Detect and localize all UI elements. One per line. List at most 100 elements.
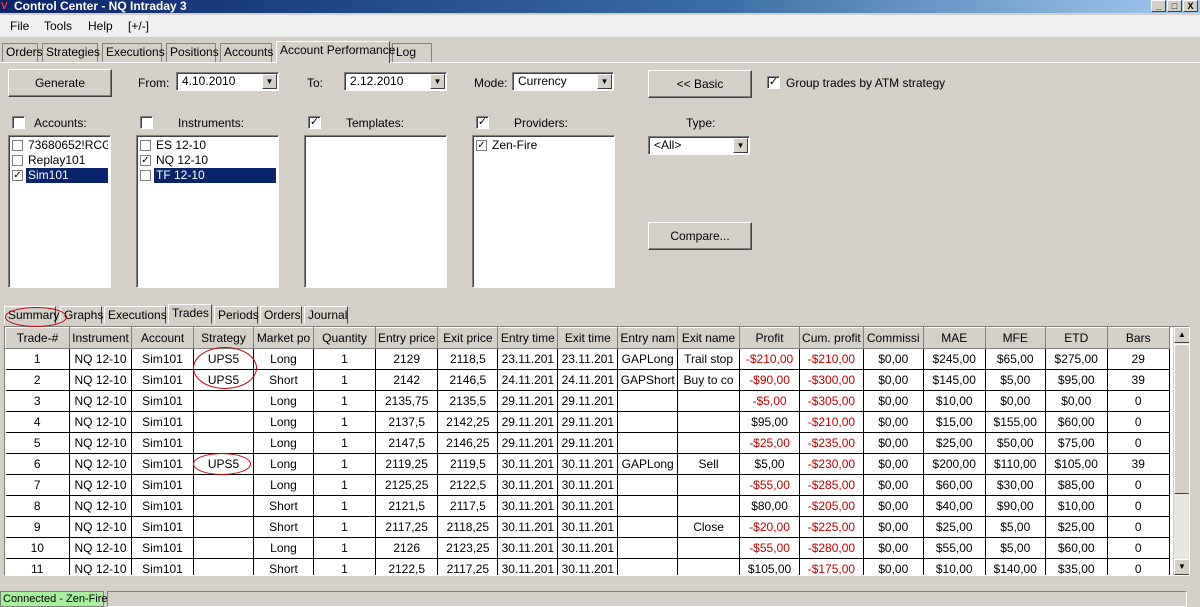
tab-log[interactable]: Log [392, 43, 432, 62]
generate-button[interactable]: Generate [8, 69, 112, 97]
table-row[interactable]: 5 NQ 12-10 Sim101 Long 1 2147,5 2146,25 29.11.2… [5, 432, 1170, 454]
chevron-down-icon[interactable]: ▼ [262, 74, 277, 89]
tab-orders[interactable]: Orders [2, 43, 43, 62]
column-header[interactable]: MAE [922, 327, 986, 349]
table-cell: $200,00 [923, 453, 986, 475]
table-cell: Short [253, 558, 314, 575]
list-item-account[interactable]: 73680652!RCGIM [11, 138, 108, 153]
tab-strategies[interactable]: Strategies [42, 43, 100, 62]
column-header[interactable]: Cum. profit [799, 327, 864, 349]
table-cell: $95,00 [739, 411, 801, 433]
compare-button[interactable]: Compare... [648, 222, 752, 250]
item-checkbox[interactable]: ✓ [140, 155, 151, 166]
accounts-list[interactable]: 73680652!RCGIM Replay101 ✓ Sim101 [8, 135, 111, 288]
providers-checkbox[interactable]: ✓ [476, 116, 489, 129]
trades-grid[interactable]: Trade-# Instrument Account Strategy Market p… [4, 326, 1190, 576]
menu-tools[interactable]: Tools [44, 19, 72, 33]
list-item-instrument[interactable]: ✓ NQ 12-10 [139, 153, 276, 168]
table-row[interactable]: 6 NQ 12-10 Sim101 UPS5 Long 1 2119,25 2119,5 30.… [5, 453, 1170, 475]
chevron-down-icon[interactable]: ▼ [597, 74, 612, 89]
tab-accounts[interactable]: Accounts [220, 43, 273, 62]
providers-list[interactable]: ✓ Zen-Fire [472, 135, 615, 288]
column-header[interactable]: Commissi [862, 327, 924, 349]
item-checkbox[interactable]: ✓ [12, 170, 23, 181]
vertical-scrollbar[interactable]: ▲ ▼ [1173, 327, 1189, 575]
table-cell: Long [253, 390, 314, 412]
menu-help[interactable]: Help [88, 19, 113, 33]
list-item-provider[interactable]: ✓ Zen-Fire [475, 138, 612, 153]
tab-summary[interactable]: Summary [4, 306, 59, 324]
table-cell: 29.11.201 [497, 390, 559, 412]
table-row[interactable]: 2 NQ 12-10 Sim101 UPS5 Short 1 2142 2146,5 24.11… [5, 369, 1170, 391]
table-row[interactable]: 3 NQ 12-10 Sim101 Long 1 2135,75 2135,5 29.11.2… [5, 390, 1170, 412]
column-header[interactable]: Exit price [437, 327, 499, 349]
column-header[interactable]: ETD [1044, 327, 1108, 349]
table-cell: 1 [313, 432, 376, 454]
tab-account-performance[interactable]: Account Performance [276, 41, 395, 63]
column-header[interactable]: Strategy [193, 327, 254, 349]
maximize-button[interactable]: □ [1167, 0, 1182, 12]
scroll-thumb[interactable] [1174, 344, 1189, 494]
list-item-account-selected[interactable]: ✓ Sim101 [11, 168, 108, 183]
table-row[interactable]: 1 NQ 12-10 Sim101 UPS5 Long 1 2129 2118,5 23.11.… [5, 348, 1170, 370]
column-header[interactable]: MFE [984, 327, 1046, 349]
group-trades-checkbox[interactable]: ✓ [767, 76, 780, 89]
list-item-account[interactable]: Replay101 [11, 153, 108, 168]
column-header[interactable]: Entry nam [617, 327, 679, 349]
scroll-up-icon[interactable]: ▲ [1174, 327, 1189, 343]
tab-journal[interactable]: Journal [304, 306, 348, 324]
column-header[interactable]: Profit [739, 327, 801, 349]
list-item-instrument-selected[interactable]: TF 12-10 [139, 168, 276, 183]
list-item-instrument[interactable]: ES 12-10 [139, 138, 276, 153]
menu-file[interactable]: File [10, 19, 29, 33]
menu-toggle[interactable]: [+/-] [128, 19, 149, 33]
table-cell: 4 [5, 411, 70, 433]
table-cell: 39 [1107, 453, 1170, 475]
basic-button[interactable]: << Basic [648, 70, 752, 98]
tab-executions-sub[interactable]: Executions [104, 306, 167, 324]
item-checkbox[interactable] [140, 170, 151, 181]
from-date-picker[interactable]: 4.10.2010 ▼ [176, 72, 279, 91]
accounts-checkbox[interactable] [12, 116, 25, 129]
column-header[interactable]: Entry price [374, 327, 439, 349]
tab-executions[interactable]: Executions [102, 43, 165, 62]
table-cell: 2117,5 [437, 495, 499, 517]
instruments-list[interactable]: ES 12-10 ✓ NQ 12-10 TF 12-10 [136, 135, 279, 288]
minimize-button[interactable]: _ [1151, 0, 1166, 12]
column-header[interactable]: Bars [1106, 327, 1170, 349]
table-row[interactable]: 8 NQ 12-10 Sim101 Short 1 2121,5 2117,5 30.11.2… [5, 495, 1170, 517]
item-checkbox[interactable] [140, 140, 151, 151]
column-header[interactable]: Trade-# [5, 327, 70, 349]
instruments-checkbox[interactable] [140, 116, 153, 129]
tab-trades[interactable]: Trades [168, 304, 212, 324]
column-header[interactable]: Exit name [677, 327, 741, 349]
table-row[interactable]: 7 NQ 12-10 Sim101 Long 1 2125,25 2122,5 30.11.2… [5, 474, 1170, 496]
table-row[interactable]: 4 NQ 12-10 Sim101 Long 1 2137,5 2142,25 29.11.2… [5, 411, 1170, 433]
table-row[interactable]: 10 NQ 12-10 Sim101 Long 1 2126 2123,25 30.11.20… [5, 537, 1170, 559]
templates-list[interactable] [304, 135, 447, 288]
column-header[interactable]: Instrument [69, 327, 132, 349]
chevron-down-icon[interactable]: ▼ [733, 138, 748, 153]
item-checkbox[interactable]: ✓ [476, 140, 487, 151]
tab-orders-sub[interactable]: Orders [260, 306, 302, 324]
column-header[interactable]: Entry time [497, 327, 559, 349]
close-button[interactable]: X [1183, 0, 1198, 12]
chevron-down-icon[interactable]: ▼ [430, 74, 445, 89]
item-checkbox[interactable] [12, 140, 23, 151]
tab-graphs[interactable]: Graphs [60, 306, 103, 324]
to-date-picker[interactable]: 2.12.2010 ▼ [344, 72, 447, 91]
column-header[interactable]: Exit time [557, 327, 619, 349]
item-checkbox[interactable] [12, 155, 23, 166]
column-header[interactable]: Quantity [313, 327, 376, 349]
tab-positions[interactable]: Positions [166, 43, 219, 62]
column-header[interactable]: Market po [253, 327, 314, 349]
column-header[interactable]: Account [131, 327, 194, 349]
scroll-down-icon[interactable]: ▼ [1174, 559, 1189, 575]
table-row[interactable]: 11 NQ 12-10 Sim101 Short 1 2122,5 2117,25 30.11… [5, 558, 1170, 575]
mode-select[interactable]: Currency ▼ [512, 72, 614, 91]
table-row[interactable]: 9 NQ 12-10 Sim101 Short 1 2117,25 2118,25 30.11… [5, 516, 1170, 538]
templates-checkbox[interactable]: ✓ [308, 116, 321, 129]
tab-periods[interactable]: Periods [214, 306, 259, 324]
mode-label: Mode: [474, 76, 508, 90]
type-select[interactable]: <All> ▼ [648, 136, 750, 155]
